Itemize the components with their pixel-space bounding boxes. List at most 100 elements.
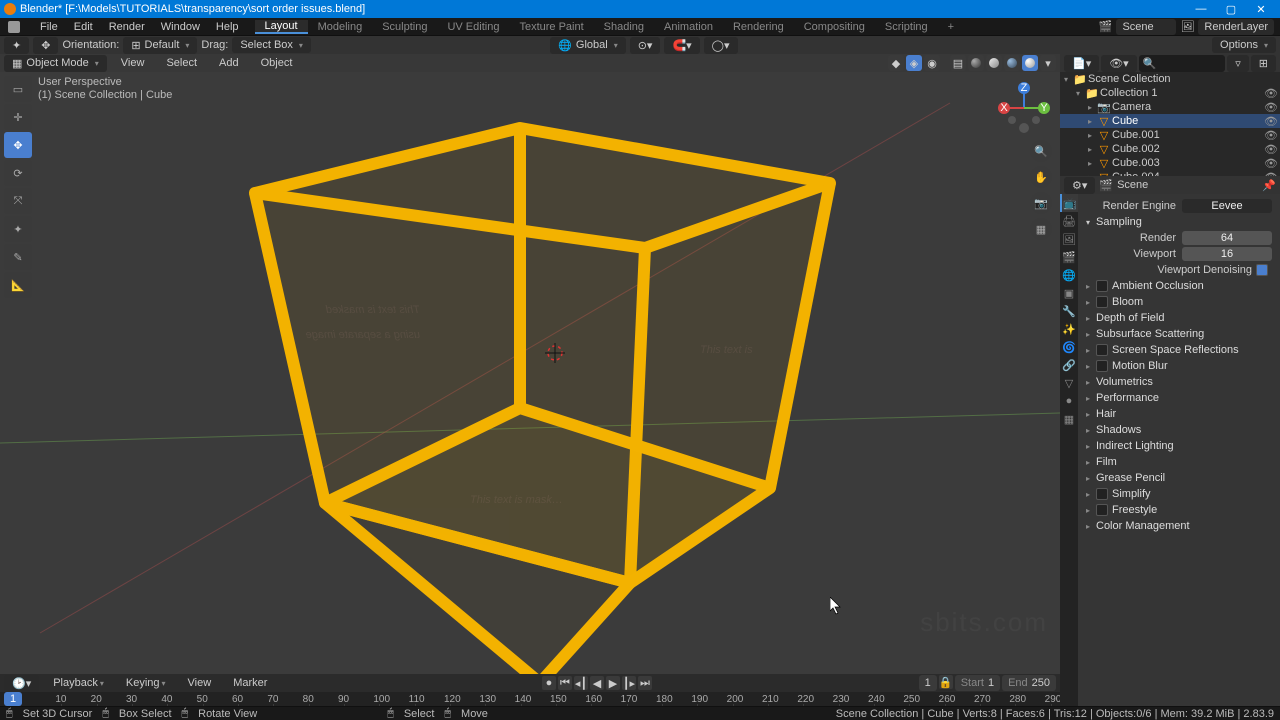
panel-freestyle[interactable]: ▸Freestyle	[1078, 502, 1280, 518]
shading-rendered[interactable]	[1022, 55, 1038, 71]
shading-lookdev[interactable]	[1004, 55, 1020, 71]
panel-performance[interactable]: ▸Performance	[1078, 390, 1280, 406]
options-dropdown[interactable]: Options	[1212, 37, 1276, 53]
workspace-rendering[interactable]: Rendering	[723, 21, 794, 33]
play[interactable]: ▶	[606, 676, 620, 690]
vp-menu-select[interactable]: Select	[158, 57, 205, 69]
panel-hair[interactable]: ▸Hair	[1078, 406, 1280, 422]
nav-gizmo[interactable]: Z X Y	[994, 78, 1054, 138]
tab-output[interactable]: 🖨	[1060, 212, 1078, 230]
menu-window[interactable]: Window	[153, 21, 208, 33]
pan-button[interactable]: ✋	[1030, 166, 1052, 188]
editor-type-dropdown[interactable]: ✦	[4, 37, 29, 54]
menu-render[interactable]: Render	[101, 21, 153, 33]
tool-rotate[interactable]: ⟳	[4, 160, 32, 186]
panel-checkbox[interactable]	[1096, 488, 1108, 500]
scene-field[interactable]: Scene	[1116, 19, 1176, 35]
frame-lock[interactable]: 🔒	[939, 675, 953, 689]
visibility-toggle[interactable]: 👁	[1264, 157, 1276, 170]
pivot-dropdown[interactable]: ⊙▾	[630, 37, 661, 54]
panel-indirect-lighting[interactable]: ▸Indirect Lighting	[1078, 438, 1280, 454]
close-button[interactable]: ✕	[1246, 0, 1276, 18]
timeline-view[interactable]: View	[180, 677, 220, 689]
workspace-animation[interactable]: Animation	[654, 21, 723, 33]
tab-constraints[interactable]: 🔗	[1060, 356, 1078, 374]
tab-mesh[interactable]: ▽	[1060, 374, 1078, 392]
outliner-item-cube001[interactable]: ▸▽ Cube.001👁	[1060, 128, 1280, 142]
minimize-button[interactable]: —	[1186, 0, 1216, 18]
tool-transform[interactable]: ✦	[4, 216, 32, 242]
vp-menu-add[interactable]: Add	[211, 57, 247, 69]
tab-texture[interactable]: ▦	[1060, 410, 1078, 428]
properties-editor-dropdown[interactable]: ⚙▾	[1064, 177, 1095, 194]
panel-shadows[interactable]: ▸Shadows	[1078, 422, 1280, 438]
frame-current[interactable]: 1	[919, 675, 937, 691]
jump-end[interactable]: ⏭	[638, 676, 652, 690]
outliner-item-cube[interactable]: ▸▽ Cube👁	[1060, 114, 1280, 128]
perspective-button[interactable]: ▦	[1030, 218, 1052, 240]
playhead[interactable]: 1	[4, 692, 22, 706]
vp-menu-view[interactable]: View	[113, 57, 153, 69]
tool-scale[interactable]: ⤧	[4, 188, 32, 214]
visibility-toggle[interactable]: 👁	[1264, 101, 1276, 114]
tab-world[interactable]: 🌐	[1060, 266, 1078, 284]
panel-volumetrics[interactable]: ▸Volumetrics	[1078, 374, 1280, 390]
autokey-toggle[interactable]: ●	[542, 676, 556, 690]
workspace-sculpting[interactable]: Sculpting	[372, 21, 437, 33]
outliner-new-collection[interactable]: ⊞	[1251, 55, 1276, 72]
pin-icon[interactable]: 📌	[1262, 179, 1276, 192]
visibility-toggle[interactable]: 👁	[1264, 87, 1276, 100]
panel-subsurface-scattering[interactable]: ▸Subsurface Scattering	[1078, 326, 1280, 342]
panel-motion-blur[interactable]: ▸Motion Blur	[1078, 358, 1280, 374]
outliner-item-cube002[interactable]: ▸▽ Cube.002👁	[1060, 142, 1280, 156]
panel-color-management[interactable]: ▸Color Management	[1078, 518, 1280, 534]
snap-toggle[interactable]: 🧲▾	[664, 37, 699, 54]
tool-cursor[interactable]: ✛	[4, 104, 32, 130]
panel-checkbox[interactable]	[1096, 280, 1108, 292]
workspace-modeling[interactable]: Modeling	[308, 21, 373, 33]
visibility-toggle[interactable]: 👁	[1264, 143, 1276, 156]
app-menu[interactable]	[0, 21, 32, 33]
play-reverse[interactable]: ◀	[590, 676, 604, 690]
render-samples-field[interactable]: 64	[1182, 231, 1272, 245]
tab-viewlayer[interactable]: 🖼	[1060, 230, 1078, 248]
tool-select-box[interactable]: ▭	[4, 76, 32, 102]
overlay-toggle[interactable]: ◉	[924, 55, 940, 71]
tab-material[interactable]: ●	[1060, 392, 1078, 410]
timeline-playback[interactable]: Playback	[45, 677, 112, 689]
gizmo-toggle[interactable]: ◈	[906, 55, 922, 71]
keyframe-prev[interactable]: ◂┃	[574, 676, 588, 690]
panel-film[interactable]: ▸Film	[1078, 454, 1280, 470]
jump-start[interactable]: ⏮	[558, 676, 572, 690]
xray-toggle[interactable]: ▤	[950, 55, 966, 71]
shading-dropdown[interactable]: ▾	[1040, 55, 1056, 71]
panel-screen-space-reflections[interactable]: ▸Screen Space Reflections	[1078, 342, 1280, 358]
viewport-samples-field[interactable]: 16	[1182, 247, 1272, 261]
render-engine-dropdown[interactable]: Eevee	[1182, 199, 1272, 213]
mode-dropdown[interactable]: ▦Object Mode	[4, 55, 107, 72]
selectability-toggle[interactable]: ◆	[888, 55, 904, 71]
outliner-scene-collection[interactable]: ▾📁 Scene Collection	[1060, 72, 1280, 86]
3d-viewport[interactable]: This text is masked using a separate ima…	[0, 72, 1060, 674]
outliner-item-cube003[interactable]: ▸▽ Cube.003👁	[1060, 156, 1280, 170]
transform-orient-dropdown[interactable]: 🌐Global	[550, 37, 626, 54]
tab-physics[interactable]: 🌀	[1060, 338, 1078, 356]
workspace-uvediting[interactable]: UV Editing	[437, 21, 509, 33]
menu-help[interactable]: Help	[208, 21, 247, 33]
proportional-toggle[interactable]: ◯▾	[704, 37, 738, 54]
timeline-keying[interactable]: Keying	[118, 677, 174, 689]
tab-render[interactable]: 📺	[1060, 194, 1078, 212]
panel-checkbox[interactable]	[1096, 504, 1108, 516]
panel-bloom[interactable]: ▸Bloom	[1078, 294, 1280, 310]
orientation-dropdown[interactable]: ⊞Default	[123, 37, 197, 54]
timeline-editor-dropdown[interactable]: 🕑▾	[4, 675, 39, 692]
panel-depth-of-field[interactable]: ▸Depth of Field	[1078, 310, 1280, 326]
renderlayer-field[interactable]: RenderLayer	[1198, 19, 1274, 35]
tab-scene[interactable]: 🎬	[1060, 248, 1078, 266]
visibility-toggle[interactable]: 👁	[1264, 115, 1276, 128]
panel-checkbox[interactable]	[1096, 360, 1108, 372]
outliner-item-camera[interactable]: ▸📷 Camera👁	[1060, 100, 1280, 114]
workspace-texturepaint[interactable]: Texture Paint	[509, 21, 593, 33]
vp-menu-object[interactable]: Object	[253, 57, 301, 69]
menu-edit[interactable]: Edit	[66, 21, 101, 33]
